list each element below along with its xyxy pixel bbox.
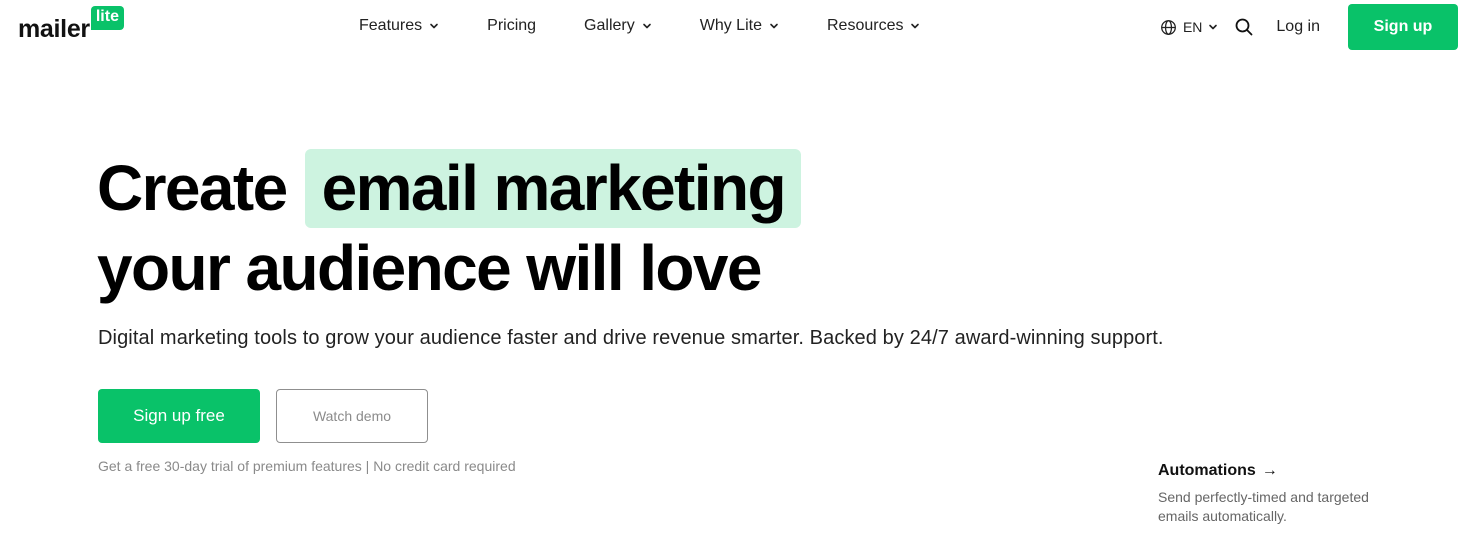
headline-end: your audience will love [97, 232, 762, 304]
logo-badge: lite [90, 6, 124, 30]
nav-item-resources[interactable]: Resources [827, 15, 920, 37]
nav-item-pricing[interactable]: Pricing [487, 15, 536, 37]
language-selector[interactable]: EN [1160, 19, 1218, 36]
signup-free-button[interactable]: Sign up free [98, 389, 260, 443]
headline-start: Create [97, 152, 288, 224]
watch-demo-button[interactable]: Watch demo [276, 389, 428, 443]
nav-item-label: Features [359, 17, 423, 34]
chevron-down-icon [910, 21, 920, 31]
nav-item-label: Resources [826, 17, 904, 34]
feature-card-automations[interactable]: Automations → Send perfectly-timed and t… [1158, 462, 1418, 526]
signup-button[interactable]: Sign up [1348, 4, 1458, 50]
headline-highlight: email marketing [304, 148, 801, 228]
login-link[interactable]: Log in [1276, 18, 1320, 36]
trial-note: Get a free 30-day trial of premium featu… [98, 458, 516, 474]
main-nav: Features Pricing Gallery Why Lite Resour… [359, 15, 968, 37]
logo[interactable]: mailer lite [18, 6, 124, 44]
hero-headline: Create email marketing your audience wil… [97, 148, 801, 308]
arrow-right-icon: → [1261, 462, 1278, 479]
feature-title-label: Automations [1158, 462, 1256, 479]
feature-description: Send perfectly-timed and targeted emails… [1158, 489, 1369, 524]
chevron-down-icon [1208, 22, 1218, 32]
header-actions: EN Log in Sign up [1160, 4, 1458, 50]
feature-title[interactable]: Automations → [1158, 462, 1418, 480]
nav-item-label: Pricing [487, 17, 537, 34]
nav-item-features[interactable]: Features [359, 15, 439, 37]
nav-item-gallery[interactable]: Gallery [584, 15, 652, 37]
search-icon[interactable] [1234, 17, 1254, 37]
nav-item-label: Gallery [584, 17, 635, 34]
hero-subtitle: Digital marketing tools to grow your aud… [98, 327, 1164, 349]
chevron-down-icon [642, 21, 652, 31]
nav-item-label: Why Lite [699, 17, 762, 34]
chevron-down-icon [429, 21, 439, 31]
chevron-down-icon [769, 21, 779, 31]
globe-icon [1160, 19, 1177, 36]
logo-word: mailer [18, 15, 90, 43]
nav-item-why-lite[interactable]: Why Lite [700, 15, 779, 37]
language-label: EN [1182, 19, 1203, 35]
